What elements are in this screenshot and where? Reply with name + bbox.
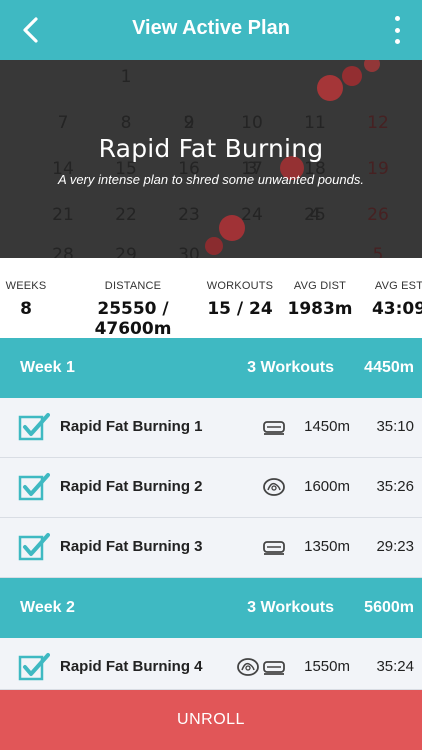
stat-weeks: WEEKS 8 — [0, 280, 52, 319]
plan-stats: WEEKS 8 DISTANCE 25550 / 47600m WORKOUTS… — [0, 258, 422, 339]
stat-label: AVG DIST — [293, 280, 347, 292]
week-distance: 4450m — [364, 359, 414, 376]
stat-label: DISTANCE — [104, 280, 162, 292]
stat-label: WORKOUTS — [206, 280, 274, 292]
workout-time: 29:23 — [376, 538, 414, 555]
workout-distance: 1550m — [304, 658, 350, 675]
stat-value: 25550 / 47600m — [94, 299, 172, 339]
workout-type-icons — [236, 656, 286, 678]
stat-value: 43:09 — [371, 299, 422, 319]
top-bar: View Active Plan — [0, 0, 422, 60]
stat-avg-dist: AVG DIST 1983m — [286, 280, 354, 319]
week-label: Week 1 — [20, 359, 75, 376]
workout-time: 35:10 — [376, 418, 414, 435]
checkbox-checked-icon[interactable] — [18, 652, 50, 682]
stat-label: AVG EST — [374, 280, 422, 292]
page-title: View Active Plan — [132, 17, 290, 39]
week-workout-count: 3 Workouts — [247, 359, 334, 376]
stat-distance: DISTANCE 25550 / 47600m — [66, 280, 200, 339]
workout-type-icons — [262, 476, 286, 498]
stat-avg-est: AVG EST 43:09 — [368, 280, 422, 319]
stat-value: 8 — [20, 299, 32, 319]
week-label: Week 2 — [20, 599, 75, 616]
unroll-button[interactable]: UNROLL — [0, 690, 422, 750]
stat-label: WEEKS — [5, 280, 47, 292]
checkbox-checked-icon[interactable] — [18, 472, 50, 502]
workout-row[interactable]: Rapid Fat Burning 4 1550m 35:24 — [0, 638, 422, 690]
workout-name: Rapid Fat Burning 4 — [60, 658, 203, 675]
rower-icon — [263, 541, 285, 555]
stat-value: 1983m — [287, 299, 353, 319]
workout-type-icons — [262, 416, 286, 438]
workout-distance: 1450m — [304, 418, 350, 435]
week-workout-count: 3 Workouts — [247, 599, 334, 616]
plan-subtitle: A very intense plan to shred some unwant… — [58, 172, 364, 187]
week-distance: 5600m — [364, 599, 414, 616]
plan-hero-banner: 1 2 3 4 5 7 8 9 10 11 12 14 15 16 17 18 19 21 22 23 24 25 26 28… — [0, 60, 422, 258]
workout-distance: 1600m — [304, 478, 350, 495]
stat-value: 15 / 24 — [207, 299, 273, 319]
workout-name: Rapid Fat Burning 2 — [60, 478, 203, 495]
rower-icon — [263, 661, 285, 675]
workout-row[interactable]: Rapid Fat Burning 3 1350m 29:23 — [0, 518, 422, 578]
more-vertical-icon[interactable] — [392, 16, 402, 44]
workout-time: 35:26 — [376, 478, 414, 495]
workout-type-icons — [262, 536, 286, 558]
shoe-icon — [237, 658, 259, 676]
week-header[interactable]: Week 2 3 Workouts 5600m — [0, 578, 422, 638]
workout-time: 35:24 — [376, 658, 414, 675]
workout-name: Rapid Fat Burning 3 — [60, 538, 203, 555]
checkbox-checked-icon[interactable] — [18, 412, 50, 442]
workout-row[interactable]: Rapid Fat Burning 2 1600m 35:26 — [0, 458, 422, 518]
week-header[interactable]: Week 1 3 Workouts 4450m — [0, 338, 422, 398]
workout-row[interactable]: Rapid Fat Burning 1 1450m 35:10 — [0, 398, 422, 458]
workout-distance: 1350m — [304, 538, 350, 555]
shoe-icon — [263, 478, 285, 496]
workout-name: Rapid Fat Burning 1 — [60, 418, 203, 435]
plan-title: Rapid Fat Burning — [98, 134, 324, 163]
stat-workouts: WORKOUTS 15 / 24 — [200, 280, 280, 319]
rower-icon — [263, 421, 285, 435]
checkbox-checked-icon[interactable] — [18, 532, 50, 562]
